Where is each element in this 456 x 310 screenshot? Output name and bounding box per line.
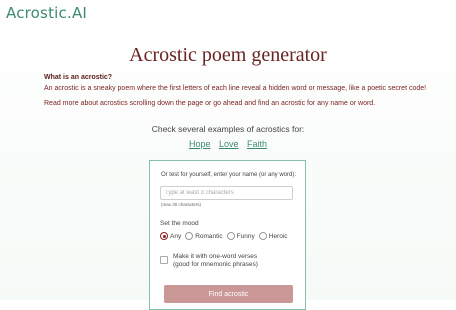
example-link-love[interactable]: Love bbox=[219, 139, 239, 149]
char-limit-hint: (max 30 characters) bbox=[161, 202, 202, 207]
examples-links: Hope Love Faith bbox=[0, 139, 456, 149]
radio-selected-icon[interactable] bbox=[160, 232, 168, 240]
oneword-label-line1: Make it with one-word verses bbox=[173, 253, 258, 260]
mood-option-label: Any bbox=[170, 232, 182, 240]
mood-option-funny[interactable]: Funny bbox=[226, 232, 255, 240]
mood-option-any[interactable]: Any bbox=[160, 232, 181, 240]
radio-icon[interactable] bbox=[258, 232, 267, 240]
examples-heading: Check several examples of acrostics for: bbox=[151, 124, 305, 134]
intro-question: What is an acrostic? bbox=[44, 74, 113, 81]
mood-option-label: Heroic bbox=[268, 232, 288, 240]
acrostic-form: Or test for yourself, enter your name (o… bbox=[149, 160, 306, 310]
page-title: Acrostic poem generator bbox=[129, 44, 327, 66]
radio-icon[interactable] bbox=[185, 232, 194, 240]
mood-label: Set the mood bbox=[160, 220, 199, 227]
intro-more-text: Read more about acrostics scrolling down… bbox=[44, 99, 376, 107]
site-logo[interactable]: Acrostic.AI bbox=[6, 4, 87, 22]
radio-icon[interactable] bbox=[226, 232, 235, 240]
intro-text: An acrostic is a sneaky poem where the f… bbox=[44, 85, 427, 92]
mood-option-romantic[interactable]: Romantic bbox=[185, 232, 223, 240]
mood-option-label: Romantic bbox=[195, 232, 223, 240]
example-link-hope[interactable]: Hope bbox=[189, 139, 211, 149]
name-input[interactable] bbox=[160, 186, 293, 200]
mood-option-label: Funny bbox=[236, 232, 255, 240]
oneword-label-line2: (good for mnemonic phrases) bbox=[173, 261, 258, 269]
mood-option-heroic[interactable]: Heroic bbox=[258, 232, 288, 240]
intro-section: What is an acrostic? An acrostic is a sn… bbox=[44, 74, 444, 115]
form-prompt: Or test for yourself, enter your name (o… bbox=[160, 172, 297, 178]
find-acrostic-button[interactable]: Find acrostic bbox=[164, 285, 293, 303]
oneword-label: Make it with one-word verses (good for m… bbox=[173, 253, 258, 270]
example-link-faith[interactable]: Faith bbox=[247, 139, 267, 149]
mood-options: Any Romantic Funny Heroic bbox=[160, 232, 288, 240]
oneword-option[interactable]: Make it with one-word verses (good for m… bbox=[160, 253, 258, 270]
oneword-checkbox[interactable] bbox=[160, 256, 168, 264]
